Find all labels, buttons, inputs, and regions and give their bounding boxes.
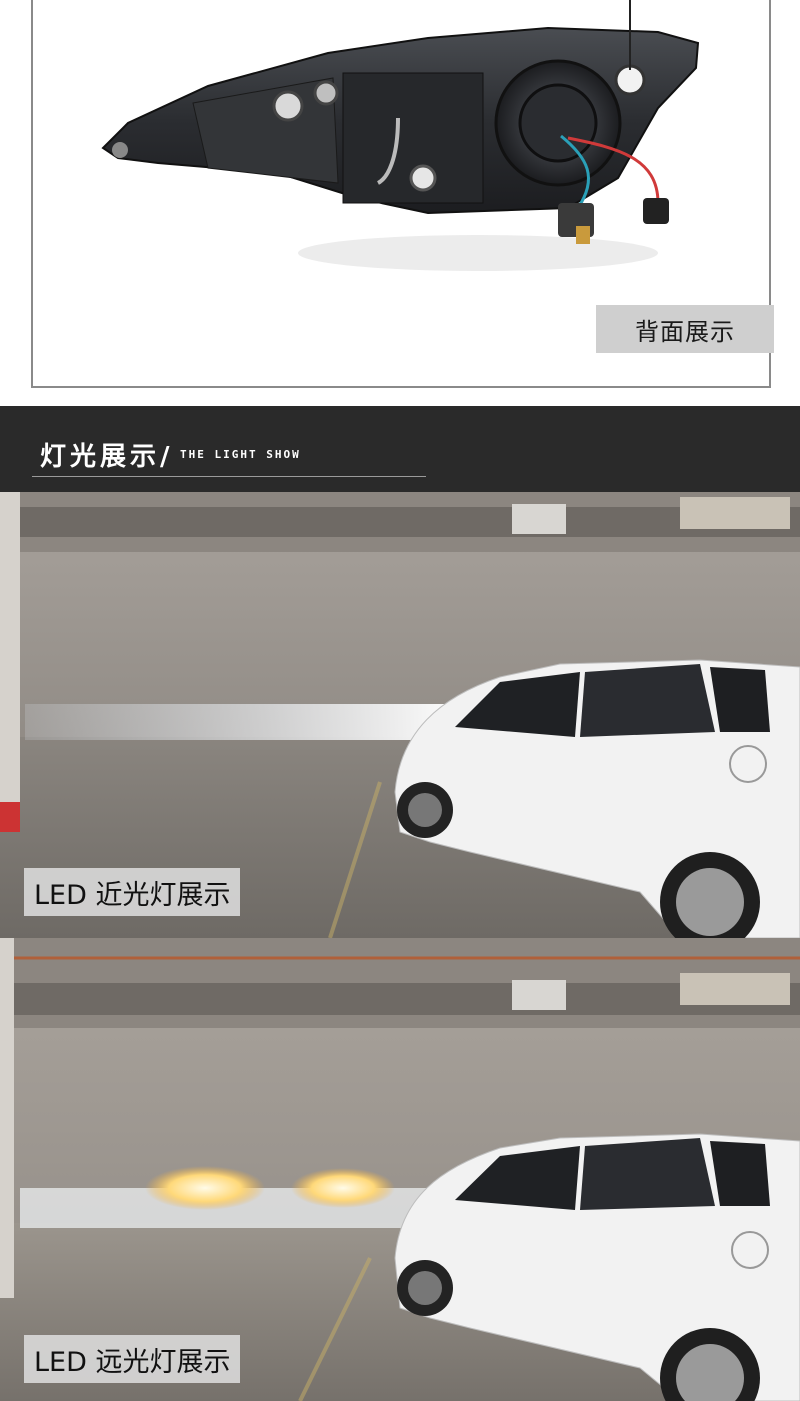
high-beam-photo: LED 远光灯展示 [0, 938, 800, 1401]
section-divider [32, 476, 426, 477]
headlamp-back-image [101, 26, 700, 271]
section-subtitle: THE LIGHT SHOW [180, 448, 301, 461]
low-beam-label: LED 近光灯展示 [24, 868, 241, 916]
section-title: 灯光展示/ [40, 436, 174, 473]
pointer-line [629, 0, 631, 70]
high-beam-image [0, 938, 800, 1401]
low-beam-photo: LED 近光灯展示 [0, 492, 800, 938]
back-view-caption: 背面展示 [596, 305, 774, 353]
section-title-slash: / [160, 442, 174, 472]
product-frame: 背面展示 [31, 0, 774, 388]
section-title-text: 灯光展示 [40, 442, 161, 472]
section-header: 灯光展示/ THE LIGHT SHOW [0, 406, 800, 492]
high-beam-label: LED 远光灯展示 [24, 1335, 241, 1383]
